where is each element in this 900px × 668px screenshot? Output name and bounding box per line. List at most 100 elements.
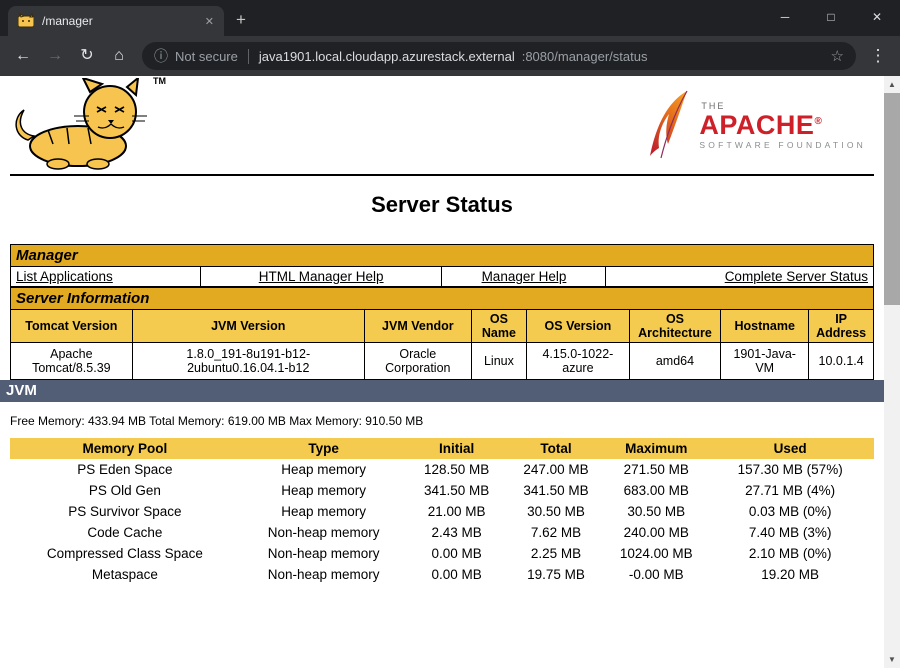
info-icon[interactable]: ⓘ [154,46,168,66]
cell: 2.10 MB (0%) [706,543,874,564]
page-content: TM THE APACHE® [0,76,900,668]
home-icon[interactable]: ⌂ [104,41,134,71]
server-information-table: Server Information Tomcat Version JVM Ve… [10,287,874,380]
tomcat-logo: TM [10,78,170,175]
tomcat-trademark: TM [153,76,166,86]
col-ip-address: IP Address [809,310,874,343]
scroll-up-icon[interactable]: ▲ [884,76,900,93]
col-memory-pool: Memory Pool [10,438,240,459]
table-row: PS Eden Space Heap memory 128.50 MB 247.… [10,459,874,480]
page-title: Server Status [0,192,884,218]
col-used: Used [706,438,874,459]
vertical-scrollbar[interactable]: ▲ ▼ [884,76,900,668]
address-bar[interactable]: ⓘ Not secure java1901.local.cloudapp.azu… [142,42,856,70]
cell: 27.71 MB (4%) [706,480,874,501]
tomcat-favicon [18,13,34,29]
cell: Non-heap memory [240,543,408,564]
back-icon[interactable]: ← [8,41,38,71]
cell: Non-heap memory [240,564,408,585]
col-os-architecture: OS Architecture [629,310,720,343]
close-button[interactable]: ✕ [854,0,900,36]
memory-table-header-row: Memory Pool Type Initial Total Maximum U… [10,438,874,459]
new-tab-button[interactable]: + [224,6,258,36]
cell: 341.50 MB [506,480,606,501]
cell: 2.43 MB [407,522,505,543]
cell: PS Old Gen [10,480,240,501]
cell: 341.50 MB [407,480,505,501]
col-jvm-vendor: JVM Vendor [364,310,471,343]
url-path: :8080/manager/status [522,49,648,64]
cell: Heap memory [240,501,408,522]
cell: 21.00 MB [407,501,505,522]
manager-title-row: Manager [11,245,874,267]
jvm-section-header: JVM [0,380,884,402]
browser-menu-icon[interactable]: ⋮ [864,46,892,66]
forward-icon[interactable]: → [40,41,70,71]
cell: Heap memory [240,480,408,501]
scrollbar-thumb[interactable] [884,93,900,305]
cell: Heap memory [240,459,408,480]
cell: 7.40 MB (3%) [706,522,874,543]
val-tomcat-version: Apache Tomcat/8.5.39 [11,343,133,380]
link-complete-server-status[interactable]: Complete Server Status [725,269,868,284]
window-controls: ─ □ ✕ [762,0,900,36]
cell: 1024.00 MB [606,543,706,564]
tab-close-icon[interactable]: ✕ [205,15,214,28]
memory-pool-table: Memory Pool Type Initial Total Maximum U… [10,438,874,585]
jvm-memory-summary: Free Memory: 433.94 MB Total Memory: 619… [10,414,874,428]
scroll-down-icon[interactable]: ▼ [884,651,900,668]
security-label: Not secure [175,49,238,64]
tab-title: /manager [42,14,197,28]
url-host: java1901.local.cloudapp.azurestack.exter… [259,49,515,64]
col-tomcat-version: Tomcat Version [11,310,133,343]
server-info-data-row: Apache Tomcat/8.5.39 1.8.0_191-8u191-b12… [11,343,874,380]
server-info-header-row: Tomcat Version JVM Version JVM Vendor OS… [11,310,874,343]
col-jvm-version: JVM Version [132,310,364,343]
bookmark-star-icon[interactable]: ☆ [831,47,844,65]
cell: 30.50 MB [506,501,606,522]
registered-mark: ® [814,116,822,127]
cell: 19.75 MB [506,564,606,585]
link-list-applications[interactable]: List Applications [16,269,113,284]
table-row: Metaspace Non-heap memory 0.00 MB 19.75 … [10,564,874,585]
table-row: Code Cache Non-heap memory 2.43 MB 7.62 … [10,522,874,543]
server-info-title-row: Server Information [11,288,874,310]
cell: 30.50 MB [606,501,706,522]
cell: Metaspace [10,564,240,585]
link-manager-help[interactable]: Manager Help [482,269,567,284]
server-info-title: Server Information [11,288,874,310]
apache-wordmark: THE APACHE® SOFTWARE FOUNDATION [699,102,866,151]
val-os-version: 4.15.0-1022-azure [527,343,630,380]
reload-icon[interactable]: ↻ [72,41,102,71]
address-divider [248,49,249,64]
minimize-button[interactable]: ─ [762,0,808,36]
table-row: PS Old Gen Heap memory 341.50 MB 341.50 … [10,480,874,501]
col-maximum: Maximum [606,438,706,459]
cell: 683.00 MB [606,480,706,501]
col-hostname: Hostname [721,310,809,343]
val-jvm-version: 1.8.0_191-8u191-b12-2ubuntu0.16.04.1-b12 [132,343,364,380]
maximize-button[interactable]: □ [808,0,854,36]
col-initial: Initial [407,438,505,459]
cell: PS Survivor Space [10,501,240,522]
cell: 19.20 MB [706,564,874,585]
cell: 271.50 MB [606,459,706,480]
cell: 0.03 MB (0%) [706,501,874,522]
cell: PS Eden Space [10,459,240,480]
cell: 240.00 MB [606,522,706,543]
cell: 0.00 MB [407,564,505,585]
col-os-name: OS Name [471,310,526,343]
cell: Code Cache [10,522,240,543]
browser-tab[interactable]: /manager ✕ [8,6,224,36]
apache-name-label: APACHE® [699,111,866,139]
col-os-version: OS Version [527,310,630,343]
title-bar: /manager ✕ + ─ □ ✕ [0,0,900,36]
cell: 128.50 MB [407,459,505,480]
cell: 0.00 MB [407,543,505,564]
col-type: Type [240,438,408,459]
cell: 157.30 MB (57%) [706,459,874,480]
cell: 2.25 MB [506,543,606,564]
val-ip-address: 10.0.1.4 [809,343,874,380]
link-html-manager-help[interactable]: HTML Manager Help [259,269,384,284]
apache-sub-label: SOFTWARE FOUNDATION [699,141,866,150]
